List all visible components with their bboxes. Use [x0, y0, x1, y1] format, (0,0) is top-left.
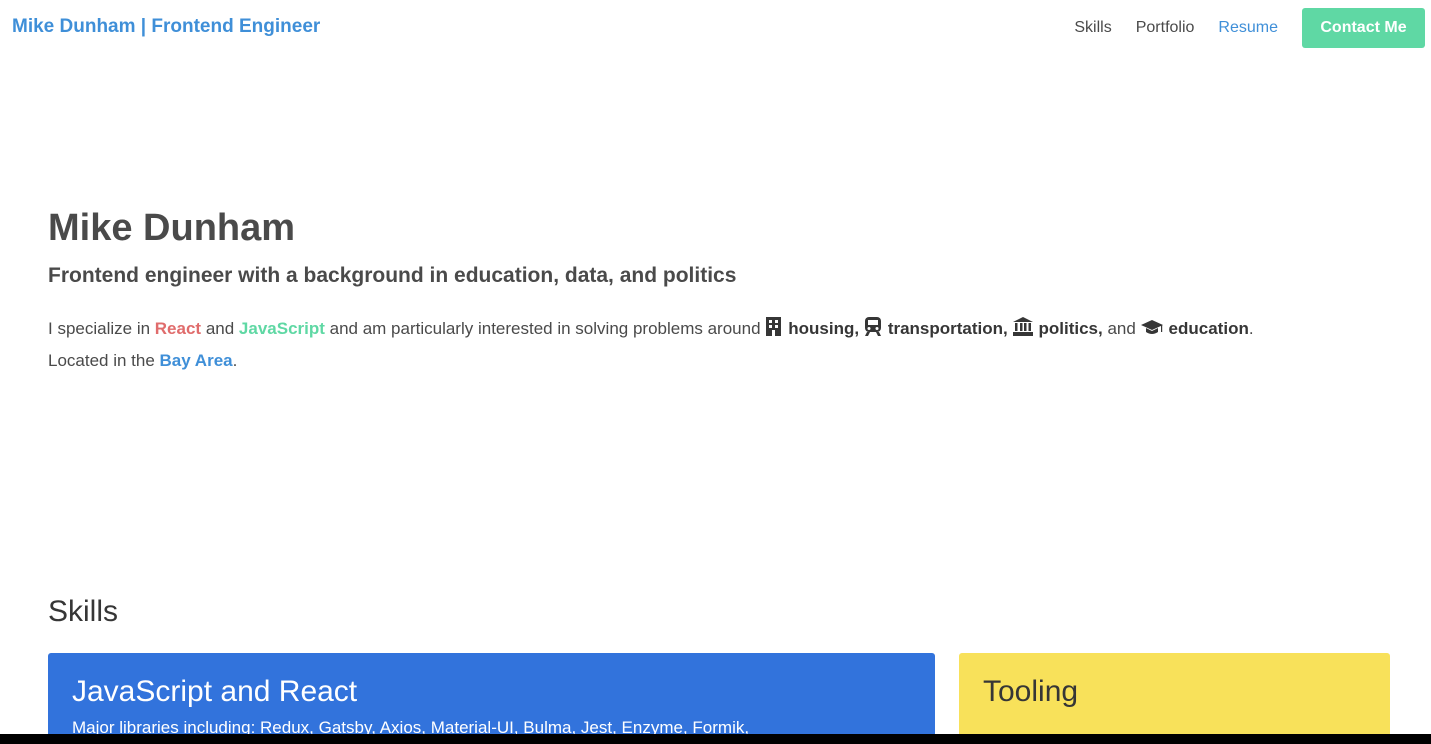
- nav-link-resume[interactable]: Resume: [1218, 19, 1278, 37]
- skills-heading: Skills: [48, 595, 119, 628]
- train-icon: [864, 316, 882, 346]
- period-text: .: [232, 351, 238, 370]
- connector-text: and: [1102, 319, 1141, 338]
- skill-card-tooling: Tooling: [959, 653, 1390, 744]
- building-icon: [765, 316, 782, 346]
- transportation-label: transportation,: [887, 319, 1008, 338]
- graduation-cap-icon: [1140, 316, 1163, 346]
- bay-area-link[interactable]: Bay Area: [160, 351, 233, 370]
- interest-text: and am particularly interested in solvin…: [324, 319, 766, 338]
- hero-section: Mike Dunham Frontend engineer with a bac…: [48, 204, 1368, 376]
- housing-label: housing,: [788, 319, 860, 338]
- intro-text: I specialize in: [48, 319, 155, 338]
- react-link[interactable]: React: [155, 319, 201, 338]
- connector-text: and: [201, 319, 239, 338]
- politics-label: politics,: [1038, 319, 1103, 338]
- skill-card-title: JavaScript and React: [72, 675, 358, 708]
- hero-title: Mike Dunham: [48, 207, 296, 249]
- nav-link-portfolio[interactable]: Portfolio: [1136, 19, 1195, 37]
- nav-links: Skills Portfolio Resume Contact Me: [1074, 8, 1425, 48]
- landmark-icon: [1012, 316, 1033, 346]
- bottom-edge: [0, 734, 1431, 744]
- hero-description: I specialize in React and JavaScript and…: [48, 314, 1308, 376]
- page: Mike Dunham | Frontend Engineer Skills P…: [0, 0, 1431, 744]
- education-label: education: [1168, 319, 1249, 338]
- javascript-link[interactable]: JavaScript: [239, 319, 325, 338]
- navbar: Mike Dunham | Frontend Engineer Skills P…: [0, 0, 1431, 56]
- contact-me-button[interactable]: Contact Me: [1302, 8, 1425, 48]
- nav-link-skills[interactable]: Skills: [1074, 19, 1111, 37]
- hero-subtitle: Frontend engineer with a background in e…: [48, 264, 737, 287]
- skill-card-javascript: JavaScript and React Major libraries inc…: [48, 653, 935, 744]
- brand-link[interactable]: Mike Dunham | Frontend Engineer: [12, 16, 320, 38]
- skill-card-title: Tooling: [983, 675, 1079, 708]
